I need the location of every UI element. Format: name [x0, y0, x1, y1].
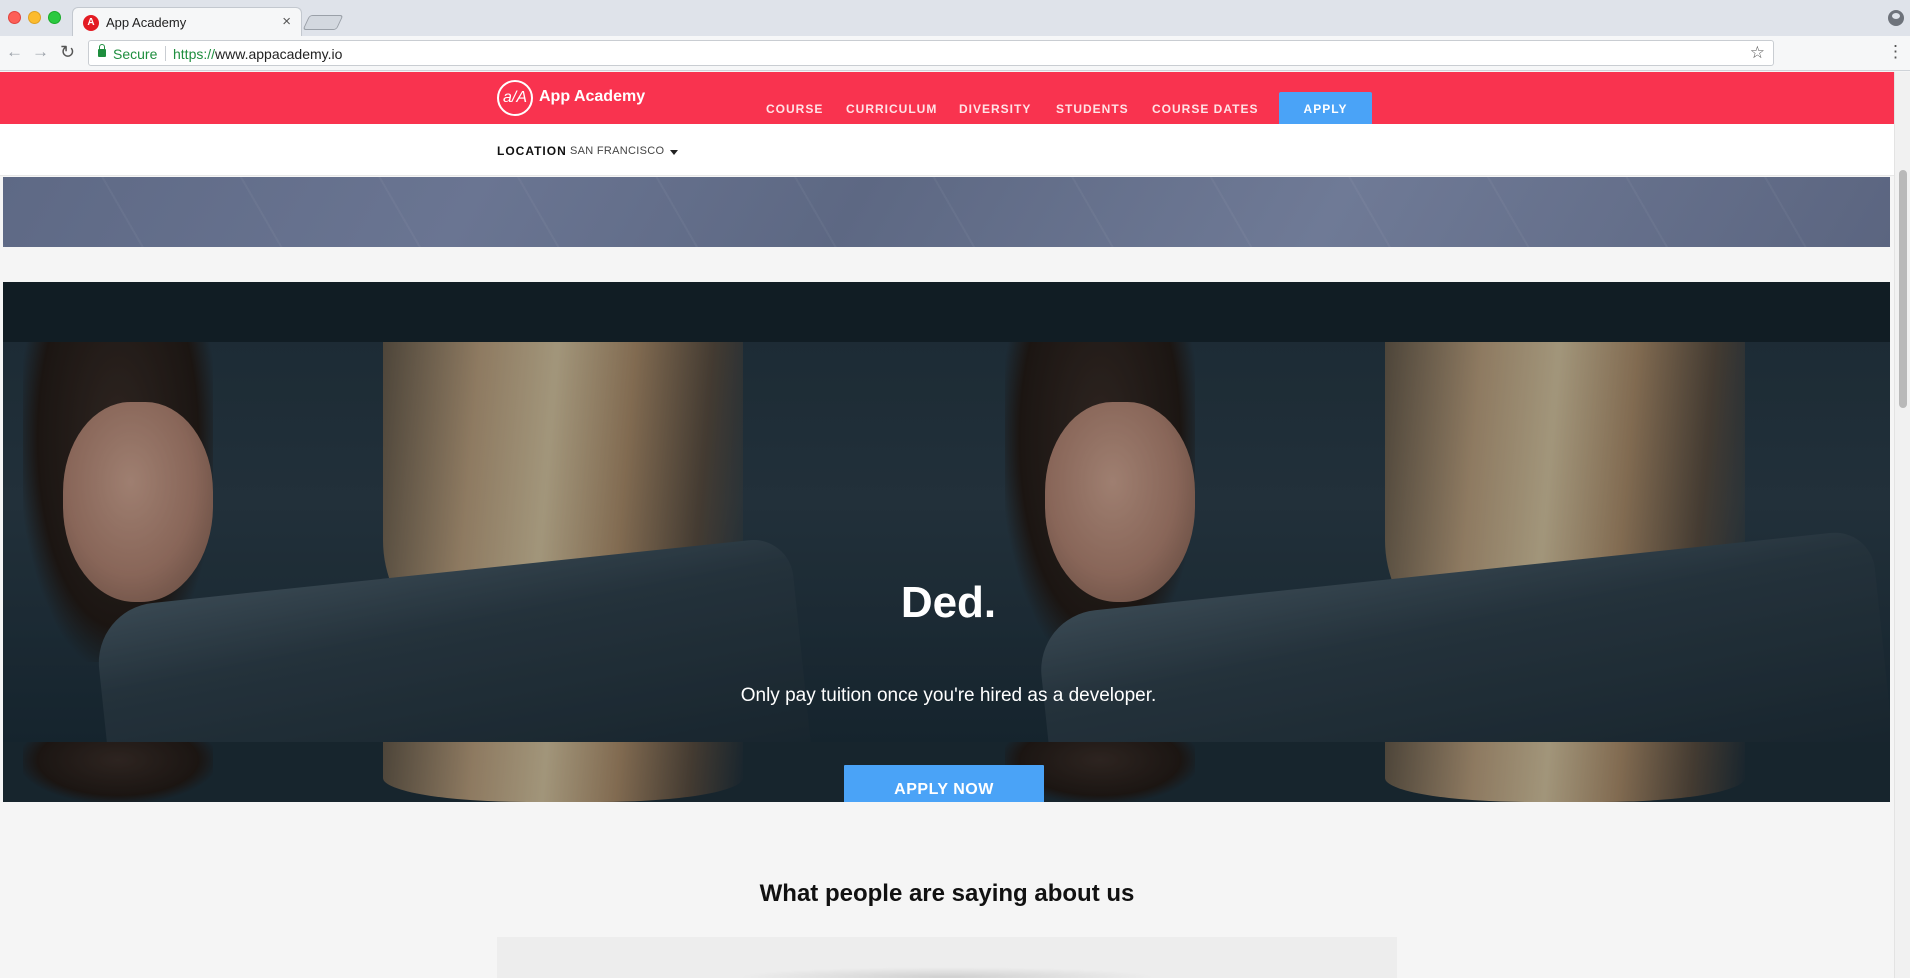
location-bar: LOCATION SAN FRANCISCO	[0, 124, 1894, 176]
tab-close-icon[interactable]: ×	[282, 13, 291, 30]
reload-icon[interactable]: ↻	[60, 42, 75, 62]
app-academy-favicon-icon: A	[83, 15, 99, 31]
browser-toolbar: ← → ↻ Secure https://www.appacademy.io ☆…	[0, 36, 1910, 71]
address-bar[interactable]: Secure https://www.appacademy.io ☆	[88, 40, 1774, 66]
apply-button[interactable]: APPLY	[1279, 92, 1372, 124]
url-scheme: https://	[173, 46, 216, 62]
hero-section: Ded. Only pay tuition once you're hired …	[3, 282, 1890, 802]
nav-students[interactable]: STUDENTS	[1056, 102, 1129, 116]
url-host: www.appacademy.io	[215, 46, 343, 62]
address-divider	[165, 46, 166, 61]
logo-text[interactable]: App Academy	[539, 88, 645, 106]
forward-arrow-icon[interactable]: →	[32, 42, 49, 62]
nav-diversity[interactable]: DIVERSITY	[959, 102, 1031, 116]
app-academy-logo-icon[interactable]: a/A	[497, 80, 533, 116]
browser-menu-icon[interactable]: ⋮	[1887, 42, 1904, 62]
new-tab-button[interactable]	[302, 15, 344, 30]
nav-course-dates[interactable]: COURSE DATES	[1152, 102, 1258, 116]
header-banner-image	[3, 177, 1890, 247]
testimonial-card	[497, 937, 1397, 978]
nav-curriculum[interactable]: CURRICULUM	[846, 102, 937, 116]
minimize-window-button[interactable]	[28, 11, 41, 24]
testimonials-heading: What people are saying about us	[0, 880, 1894, 908]
profile-icon[interactable]	[1888, 10, 1904, 26]
caret-down-icon[interactable]	[670, 150, 678, 155]
hero-subtitle: Only pay tuition once you're hired as a …	[3, 685, 1890, 707]
lock-icon	[98, 44, 106, 57]
close-window-button[interactable]	[8, 11, 21, 24]
hero-overlay	[3, 282, 1890, 802]
site-header: a/A App Academy COURSE CURRICULUM DIVERS…	[0, 72, 1894, 124]
tab-title: App Academy	[106, 15, 187, 30]
browser-tab-bar: A App Academy ×	[0, 0, 1910, 37]
location-select[interactable]: SAN FRANCISCO	[570, 145, 664, 157]
hero-title-text: Ded.	[900, 578, 997, 627]
apply-now-button[interactable]: APPLY NOW	[844, 765, 1044, 802]
location-label: LOCATION	[497, 144, 567, 158]
nav-course[interactable]: COURSE	[766, 102, 823, 116]
secure-label: Secure	[113, 46, 158, 62]
back-arrow-icon[interactable]: ←	[6, 42, 23, 62]
bookmark-star-icon[interactable]: ☆	[1750, 43, 1765, 63]
browser-tab[interactable]: A App Academy ×	[72, 7, 302, 37]
card-shadow	[737, 967, 1157, 978]
page-scrollbar[interactable]	[1894, 72, 1910, 978]
testimonials-heading-text: What people are saying about us	[759, 880, 1135, 907]
url-text[interactable]: https://www.appacademy.io	[173, 46, 342, 62]
hero-subtitle-text: Only pay tuition once you're hired as a …	[740, 685, 1157, 706]
web-page: a/A App Academy COURSE CURRICULUM DIVERS…	[0, 72, 1910, 978]
maximize-window-button[interactable]	[48, 11, 61, 24]
hero-title: Ded.	[3, 578, 1890, 628]
scrollbar-thumb[interactable]	[1899, 170, 1907, 408]
